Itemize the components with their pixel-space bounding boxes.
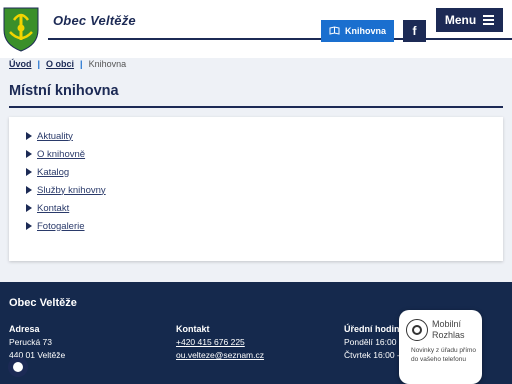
breadcrumb: Úvod | O obci | Knihovna (9, 59, 126, 69)
footer-contact: Kontakt +420 415 676 225 ou.velteze@sezn… (176, 323, 264, 362)
link-gallery[interactable]: Fotogalerie (37, 221, 85, 232)
coat-of-arms-logo[interactable] (2, 6, 40, 52)
radio-widget-title: Mobilní Rozhlas (432, 319, 465, 341)
radio-title-line1: Mobilní (432, 319, 462, 329)
menu-button-label: Menu (444, 13, 477, 27)
footer-title: Obec Veltěže (9, 297, 77, 309)
office-hours-thursday: Čtvrtek 16:00 - 18:00 (344, 350, 404, 360)
cookie-icon (13, 362, 23, 372)
triangle-right-icon (26, 222, 32, 230)
link-catalog[interactable]: Katalog (37, 167, 69, 178)
mobile-radio-widget[interactable]: Mobilní Rozhlas Novinky z úřadu přímo do… (399, 310, 482, 384)
triangle-right-icon (26, 186, 32, 194)
book-icon (329, 25, 340, 37)
list-item: Fotogalerie (26, 217, 106, 235)
footer-office-hours: Úřední hodiny Pondělí 16:00 - 18:00 Čtvr… (344, 323, 404, 362)
radio-title-line2: Rozhlas (432, 330, 465, 340)
library-button[interactable]: Knihovna (321, 20, 394, 42)
breadcrumb-about[interactable]: O obci (46, 59, 74, 69)
link-about-library[interactable]: O knihovně (37, 149, 85, 160)
list-item: Kontakt (26, 199, 106, 217)
address-street: Perucká 73 (9, 337, 52, 347)
breadcrumb-separator: | (37, 59, 41, 69)
triangle-right-icon (26, 204, 32, 212)
header-divider (48, 38, 512, 40)
link-contact[interactable]: Kontakt (37, 203, 69, 214)
phone-link[interactable]: +420 415 676 225 (176, 337, 245, 347)
hamburger-icon (483, 15, 495, 25)
address-heading: Adresa (9, 324, 40, 334)
link-news[interactable]: Aktuality (37, 131, 73, 142)
contact-heading: Kontakt (176, 324, 210, 334)
breadcrumb-current: Knihovna (88, 59, 127, 69)
page-title: Místní knihovna (9, 83, 119, 99)
facebook-button[interactable]: f (403, 20, 426, 42)
broadcast-icon (406, 319, 428, 341)
breadcrumb-home[interactable]: Úvod (9, 59, 32, 69)
list-item: Aktuality (26, 127, 106, 145)
facebook-icon: f (412, 24, 417, 38)
cookie-settings-button[interactable] (8, 357, 28, 377)
breadcrumb-separator: | (80, 59, 83, 69)
triangle-right-icon (26, 168, 32, 176)
list-item: Služby knihovny (26, 181, 106, 199)
triangle-right-icon (26, 150, 32, 158)
title-divider (9, 106, 503, 108)
triangle-right-icon (26, 132, 32, 140)
link-services[interactable]: Služby knihovny (37, 185, 106, 196)
library-button-label: Knihovna (344, 26, 386, 36)
site-title[interactable]: Obec Veltěže (53, 13, 136, 28)
library-links-card: Aktuality O knihovně Katalog Služby knih… (9, 117, 503, 261)
menu-button[interactable]: Menu (436, 8, 503, 32)
list-item: O knihovně (26, 145, 106, 163)
office-hours-heading: Úřední hodiny (344, 324, 404, 334)
list-item: Katalog (26, 163, 106, 181)
office-hours-monday: Pondělí 16:00 - 18:00 (344, 337, 404, 347)
library-links-list: Aktuality O knihovně Katalog Služby knih… (26, 127, 106, 235)
radio-widget-subtitle: Novinky z úřadu přímo do vašeho telefonu (411, 347, 477, 363)
email-link[interactable]: ou.velteze@seznam.cz (176, 350, 264, 360)
site-header: Obec Veltěže Knihovna f Menu (0, 0, 512, 58)
